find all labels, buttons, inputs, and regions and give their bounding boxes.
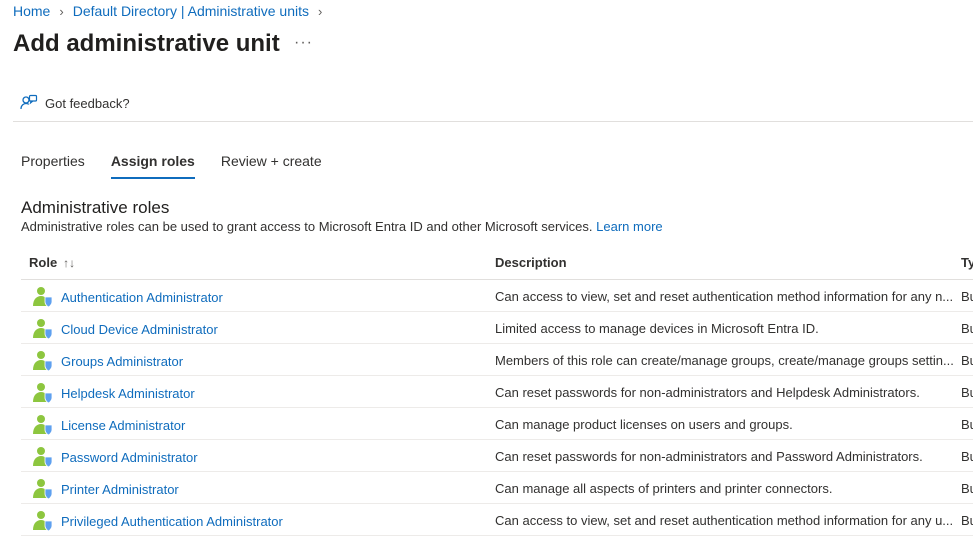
roles-table: Role ↑↓ Description Ty Authentication Adm… — [21, 248, 973, 536]
tab-properties[interactable]: Properties — [21, 153, 85, 179]
role-cell: Privileged Authentication Administrator — [32, 510, 283, 532]
tab-assign-roles[interactable]: Assign roles — [110, 153, 195, 179]
role-icon — [33, 479, 53, 500]
feedback-label: Got feedback? — [45, 95, 130, 111]
role-type: Bu — [961, 385, 973, 400]
role-cell: License Administrator — [32, 414, 185, 436]
role-icon — [33, 415, 53, 436]
table-row[interactable]: Privileged Authentication Administrator … — [21, 504, 973, 536]
table-header: Role ↑↓ Description Ty — [21, 248, 973, 280]
more-options-button[interactable]: ··· — [294, 34, 313, 52]
table-row[interactable]: License Administrator Can manage product… — [21, 408, 973, 440]
divider — [13, 121, 973, 122]
role-name-link[interactable]: Password Administrator — [61, 450, 198, 465]
role-description: Can reset passwords for non-administrato… — [495, 449, 923, 464]
section-description: Administrative roles can be used to gran… — [21, 219, 663, 234]
role-name-link[interactable]: Cloud Device Administrator — [61, 322, 218, 337]
role-type: Bu — [961, 321, 973, 336]
role-name-link[interactable]: Printer Administrator — [61, 482, 179, 497]
role-icon — [33, 351, 53, 372]
table-row[interactable]: Printer Administrator Can manage all asp… — [21, 472, 973, 504]
learn-more-link[interactable]: Learn more — [596, 219, 662, 234]
sort-icon[interactable]: ↑↓ — [63, 256, 75, 270]
role-cell: Groups Administrator — [32, 350, 183, 372]
role-name-link[interactable]: License Administrator — [61, 418, 185, 433]
role-cell: Printer Administrator — [32, 478, 179, 500]
role-type: Bu — [961, 353, 973, 368]
role-type: Bu — [961, 417, 973, 432]
role-type: Bu — [961, 513, 973, 528]
role-cell: Password Administrator — [32, 446, 198, 468]
role-description: Can manage product licenses on users and… — [495, 417, 793, 432]
table-row[interactable]: Helpdesk Administrator Can reset passwor… — [21, 376, 973, 408]
role-icon — [33, 319, 53, 340]
breadcrumb-home[interactable]: Home — [13, 3, 50, 19]
table-row[interactable]: Authentication Administrator Can access … — [21, 280, 973, 312]
chevron-right-icon: › — [317, 3, 323, 19]
role-cell: Cloud Device Administrator — [32, 318, 218, 340]
role-icon — [33, 287, 53, 308]
section-description-text: Administrative roles can be used to gran… — [21, 219, 593, 234]
role-icon — [33, 383, 53, 404]
role-cell: Authentication Administrator — [32, 286, 223, 308]
breadcrumb: Home › Default Directory | Administrativ… — [13, 3, 331, 19]
role-description: Can reset passwords for non-administrato… — [495, 385, 920, 400]
chevron-right-icon: › — [59, 3, 64, 19]
column-header-description[interactable]: Description — [495, 255, 567, 270]
column-header-role-label: Role — [29, 255, 58, 270]
role-icon — [33, 447, 53, 468]
role-name-link[interactable]: Privileged Authentication Administrator — [61, 514, 283, 529]
table-row[interactable]: Cloud Device Administrator Limited acces… — [21, 312, 973, 344]
role-description: Can access to view, set and reset authen… — [495, 513, 954, 528]
breadcrumb-administrative-units[interactable]: Default Directory | Administrative units — [73, 3, 309, 19]
page-title: Add administrative unit — [13, 30, 280, 57]
role-type: Bu — [961, 481, 973, 496]
feedback-icon — [20, 94, 38, 110]
role-name-link[interactable]: Helpdesk Administrator — [61, 386, 195, 401]
role-description: Can access to view, set and reset authen… — [495, 289, 954, 304]
role-type: Bu — [961, 289, 973, 304]
table-row[interactable]: Groups Administrator Members of this rol… — [21, 344, 973, 376]
column-header-role[interactable]: Role ↑↓ — [29, 255, 75, 270]
table-body: Authentication Administrator Can access … — [21, 280, 973, 536]
table-row[interactable]: Password Administrator Can reset passwor… — [21, 440, 973, 472]
role-name-link[interactable]: Authentication Administrator — [61, 290, 223, 305]
role-icon — [33, 511, 53, 532]
role-type: Bu — [961, 449, 973, 464]
section-title: Administrative roles — [21, 198, 170, 217]
tab-list: Properties Assign roles Review + create — [21, 153, 348, 179]
role-description: Can manage all aspects of printers and p… — [495, 481, 833, 496]
column-header-type[interactable]: Ty — [961, 255, 973, 270]
role-description: Members of this role can create/manage g… — [495, 353, 954, 368]
feedback-button[interactable]: Got feedback? — [20, 94, 130, 112]
tab-review-create[interactable]: Review + create — [221, 153, 322, 179]
role-name-link[interactable]: Groups Administrator — [61, 354, 183, 369]
role-description: Limited access to manage devices in Micr… — [495, 321, 819, 336]
role-cell: Helpdesk Administrator — [32, 382, 195, 404]
